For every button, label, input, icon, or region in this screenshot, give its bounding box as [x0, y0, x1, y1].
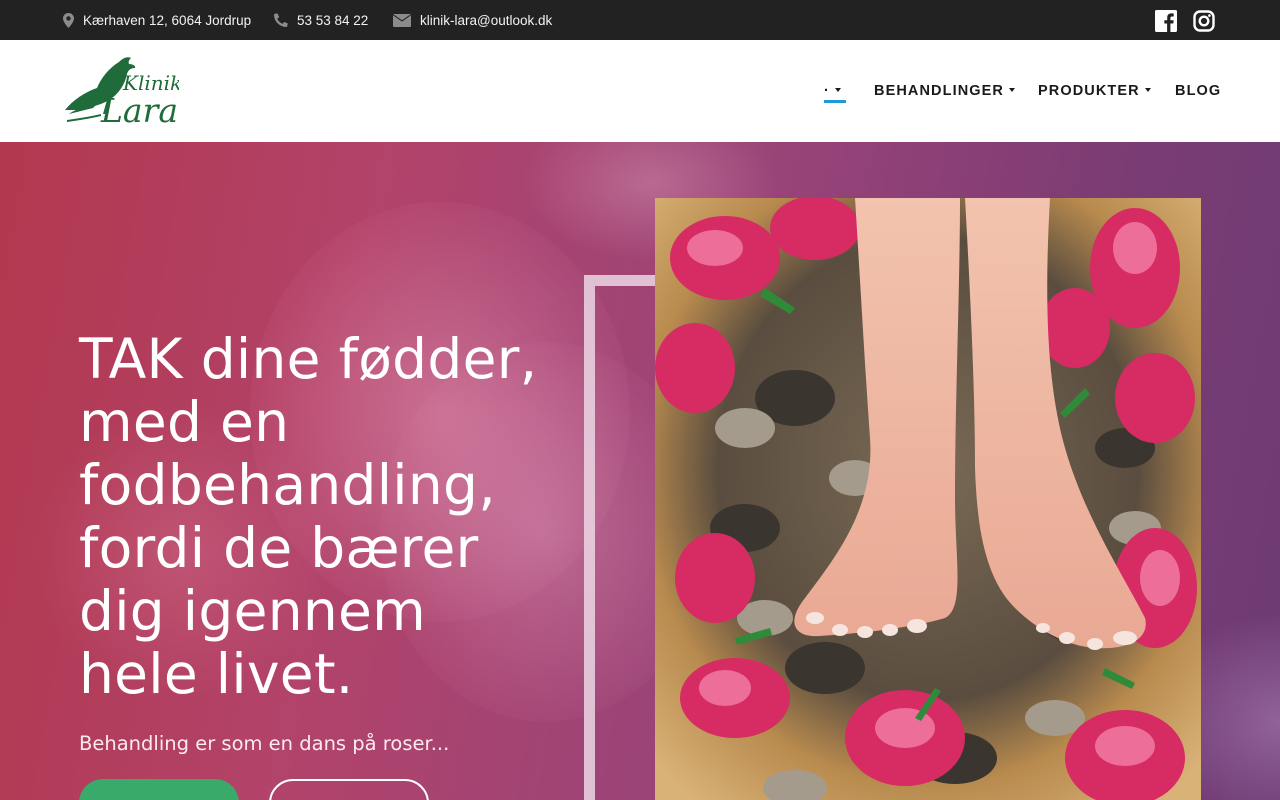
address-text: Kærhaven 12, 6064 Jordrup: [83, 12, 252, 28]
chevron-down-icon: [1144, 88, 1151, 92]
phone-item[interactable]: 53 53 84 22: [274, 0, 368, 40]
facebook-icon[interactable]: [1155, 10, 1177, 32]
hero-subtitle: Behandling er som en dans på roser...: [79, 732, 450, 755]
nav-produkter-label: PRODUKTER: [1038, 83, 1140, 99]
active-indicator: [824, 100, 846, 103]
map-pin-icon: [63, 12, 74, 28]
email-text: klinik-lara@outlook.dk: [420, 12, 553, 28]
hero-title: TAK dine fødder, med en fodbehandling, f…: [79, 327, 538, 706]
site-logo[interactable]: Klinik Lara: [63, 54, 179, 128]
logo-line2: Lara: [100, 91, 178, 128]
phone-text: 53 53 84 22: [297, 12, 369, 28]
instagram-icon[interactable]: [1193, 10, 1215, 32]
address-item: Kærhaven 12, 6064 Jordrup: [63, 0, 251, 40]
chevron-down-icon: [834, 88, 841, 92]
nav-home[interactable]: ·: [824, 40, 846, 142]
top-info-bar: Kærhaven 12, 6064 Jordrup 53 53 84 22 kl…: [0, 0, 1280, 40]
feet-in-rose-bowl-photo: [655, 198, 1201, 800]
envelope-icon: [393, 13, 411, 27]
nav-blog[interactable]: BLOG: [1175, 40, 1221, 142]
nav-home-label: ·: [824, 83, 830, 99]
nav-blog-label: BLOG: [1175, 83, 1222, 99]
email-item[interactable]: klinik-lara@outlook.dk: [393, 0, 552, 40]
phone-icon: [274, 13, 288, 27]
hero-section: TAK dine fødder, med en fodbehandling, f…: [0, 142, 1280, 800]
hero-primary-button[interactable]: [79, 779, 239, 800]
chevron-down-icon: [1009, 88, 1016, 92]
nav-produkter[interactable]: PRODUKTER: [1038, 40, 1151, 142]
hero-secondary-button[interactable]: [269, 779, 429, 800]
nav-behandlinger-label: BEHANDLINGER: [874, 83, 1005, 99]
hero-photo: [655, 198, 1201, 800]
site-header: Klinik Lara · BEHANDLINGER PRODUKTER BLO…: [0, 40, 1280, 142]
nav-behandlinger[interactable]: BEHANDLINGER: [874, 40, 1016, 142]
